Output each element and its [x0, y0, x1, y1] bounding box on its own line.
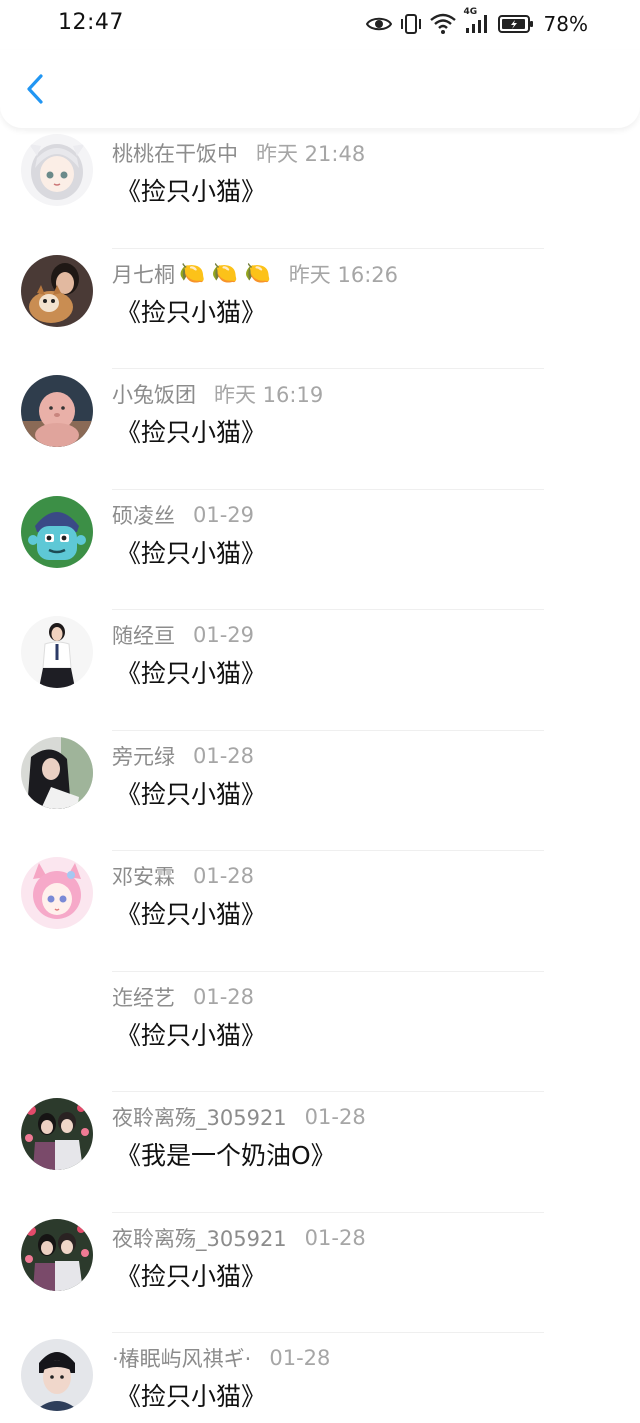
timestamp: 01-28: [304, 1225, 366, 1250]
comment-item[interactable]: 邓安霖 01-28 《捡只小猫》: [0, 851, 640, 972]
avatar[interactable]: [21, 495, 93, 568]
username[interactable]: 桃桃在干饭中: [112, 138, 238, 168]
comment-meta: 桃桃在干饭中 昨天 21:48: [112, 138, 365, 168]
comment-text: 《捡只小猫》: [116, 900, 267, 929]
comment-meta: 随经亘 01-29: [112, 620, 254, 650]
username[interactable]: 夜聆离殇_305921: [112, 1102, 287, 1132]
status-time: 12:47: [58, 10, 124, 35]
nav-bar: [0, 50, 640, 128]
back-button[interactable]: [18, 74, 52, 108]
timestamp: 昨天 16:19: [214, 383, 324, 407]
comment-text: 《捡只小猫》: [116, 659, 267, 688]
battery-icon: [497, 14, 534, 34]
comment-item[interactable]: 月七桐 🍋 🍋 🍋 昨天 16:26 《捡只小猫》: [0, 249, 640, 369]
comment-item[interactable]: 迮经艺 01-28 《捡只小猫》: [0, 972, 640, 1092]
timestamp: 昨天 21:48: [256, 142, 366, 166]
comment-list: 桃桃在干饭中 昨天 21:48 《捡只小猫》 月七桐 🍋 🍋 🍋 昨天 16:26 《捡只小…: [0, 128, 640, 1423]
username[interactable]: 夜聆离殇_305921: [112, 1223, 287, 1253]
comment-meta: 夜聆离殇_305921 01-28: [112, 1102, 366, 1132]
username[interactable]: 迮经艺: [112, 982, 175, 1012]
username[interactable]: 硕凌丝: [112, 500, 175, 530]
comment-meta: 邓安霖 01-28: [112, 861, 254, 891]
comment-text: 《捡只小猫》: [116, 1020, 267, 1050]
username[interactable]: 小兔饭团: [112, 379, 196, 409]
avatar[interactable]: [21, 254, 93, 327]
comment-text: 《捡只小猫》: [116, 779, 267, 809]
comment-text: 《我是一个奶油O》: [116, 1141, 336, 1170]
avatar[interactable]: [21, 736, 93, 809]
avatar[interactable]: [21, 1098, 93, 1170]
timestamp: 01-28: [193, 984, 255, 1009]
comment-item[interactable]: ·椿眠屿风祺ギ· 01-28 《捡只小猫》: [0, 1333, 640, 1423]
comment-meta: ·椿眠屿风祺ギ· 01-28: [112, 1343, 330, 1373]
eye-icon: [365, 15, 392, 33]
status-bar: 12:47 4G 78%: [0, 0, 640, 50]
avatar[interactable]: [21, 1339, 93, 1411]
timestamp: 01-29: [193, 502, 255, 527]
avatar[interactable]: [21, 1218, 93, 1291]
avatar[interactable]: [21, 616, 93, 688]
comment-meta: 旁元绿 01-28: [112, 741, 254, 771]
timestamp: 昨天 16:26: [288, 262, 398, 287]
vibrate-icon: [400, 13, 422, 35]
username-emoji: 🍋 🍋 🍋: [179, 261, 271, 285]
comment-text: 《捡只小猫》: [116, 1382, 267, 1411]
timestamp: 01-28: [269, 1346, 331, 1370]
comment-text: 《捡只小猫》: [116, 297, 267, 327]
comment-item[interactable]: 桃桃在干饭中 昨天 21:48 《捡只小猫》: [0, 128, 640, 249]
timestamp: 01-28: [193, 743, 255, 768]
comment-text: 《捡只小猫》: [116, 418, 267, 447]
username[interactable]: 随经亘: [112, 620, 175, 650]
status-icons: 4G 78%: [365, 7, 588, 38]
timestamp: 01-28: [304, 1105, 366, 1129]
comment-meta: 夜聆离殇_305921 01-28: [112, 1223, 366, 1253]
username[interactable]: 邓安霖: [112, 861, 175, 891]
avatar[interactable]: [21, 375, 93, 447]
comment-meta: 硕凌丝 01-29: [112, 500, 254, 530]
network-type-label: 4G: [463, 7, 478, 17]
avatar[interactable]: [21, 857, 93, 929]
battery-percent: 78%: [543, 12, 588, 36]
chevron-left-icon: [25, 73, 45, 109]
comment-text: 《捡只小猫》: [116, 177, 267, 206]
signal-icon: 4G: [464, 7, 490, 35]
avatar[interactable]: [21, 134, 93, 206]
comment-item[interactable]: 小兔饭团 昨天 16:19 《捡只小猫》: [0, 369, 640, 490]
comment-text: 《捡只小猫》: [116, 538, 267, 568]
username[interactable]: ·椿眠屿风祺ギ·: [112, 1343, 251, 1373]
timestamp: 01-29: [193, 623, 255, 647]
wifi-icon: [429, 13, 456, 35]
comment-meta: 小兔饭团 昨天 16:19: [112, 379, 323, 409]
username[interactable]: 旁元绿: [112, 741, 175, 771]
comment-item[interactable]: 随经亘 01-29 《捡只小猫》: [0, 610, 640, 731]
comment-item[interactable]: 旁元绿 01-28 《捡只小猫》: [0, 731, 640, 851]
comment-item[interactable]: 夜聆离殇_305921 01-28 《捡只小猫》: [0, 1213, 640, 1333]
comment-item[interactable]: 硕凌丝 01-29 《捡只小猫》: [0, 490, 640, 610]
comment-item[interactable]: 夜聆离殇_305921 01-28 《我是一个奶油O》: [0, 1092, 640, 1213]
comment-meta: 月七桐 🍋 🍋 🍋 昨天 16:26: [112, 259, 398, 289]
username[interactable]: 月七桐: [112, 259, 175, 289]
comment-meta: 迮经艺 01-28: [112, 982, 254, 1012]
comment-text: 《捡只小猫》: [116, 1261, 267, 1291]
comment-list-page: 12:47 4G 78% 桃桃在干饭中 昨天 21:48 《捡只小猫》 月七桐 …: [0, 0, 640, 1423]
timestamp: 01-28: [193, 864, 255, 888]
avatar[interactable]: [21, 978, 93, 1050]
